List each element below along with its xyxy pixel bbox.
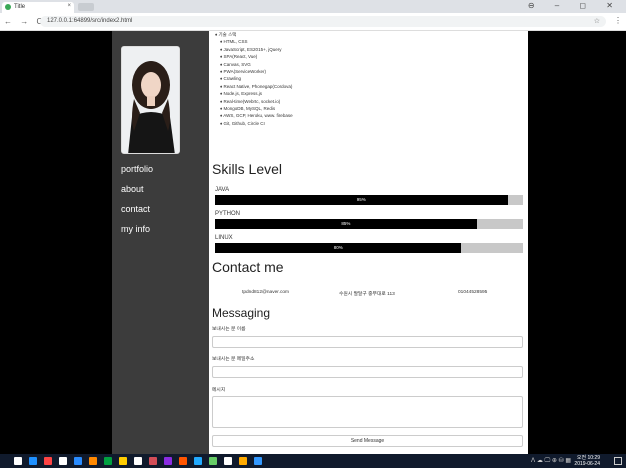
favicon-icon (5, 4, 11, 10)
skill-bar-fill: 95% (215, 195, 508, 205)
skill-name: JAVA (215, 187, 230, 193)
list-item: ♦ HTML, CSS (220, 39, 248, 45)
skill-name: LINUX (215, 235, 233, 241)
taskbar-app-icon[interactable] (119, 457, 127, 465)
message-label: 메시지 (212, 388, 226, 393)
skill-bar-python: PYTHON 85% (215, 211, 523, 229)
contact-address: 수원시 팔달구 중부대로 113 (339, 292, 395, 297)
skill-bar-fill: 80% (215, 243, 462, 253)
notification-icon[interactable] (614, 457, 622, 465)
taskbar-app-icon[interactable] (59, 457, 67, 465)
tab-close-icon[interactable]: × (67, 3, 71, 9)
list-item: ♦ MongoDB, MySQL, Redis (220, 106, 276, 112)
clock[interactable]: 오전 10:29 2019-06-24 (574, 455, 600, 467)
skill-bar-fill: 85% (215, 219, 477, 229)
skill-bar-java: JAVA 95% (215, 187, 523, 205)
tab-bar: Title × ⊖ – ◻ ✕ (0, 0, 626, 13)
taskbar-app-icon[interactable] (224, 457, 232, 465)
nav-link-about[interactable]: about (121, 183, 153, 203)
skills-level-heading: Skills Level (212, 161, 283, 177)
taskbar-app-icon[interactable] (254, 457, 262, 465)
taskbar-app-icon[interactable] (14, 457, 22, 465)
name-input[interactable] (212, 336, 523, 348)
window-controls[interactable]: ⊖ – ◻ ✕ (528, 1, 622, 10)
tech-stack-heading: ♦ 기술 스택 (215, 32, 237, 37)
taskbar-app-icon[interactable] (239, 457, 247, 465)
sidebar: portfolio about contact my info (112, 31, 209, 454)
list-item: ♦ React Native, Phonegap(Cordova) (220, 83, 293, 89)
tab-title: Title (14, 4, 26, 10)
clock-date: 2019-06-24 (574, 461, 600, 467)
profile-portrait-image (122, 47, 179, 153)
list-item: ♦ Node.js, Express.js (220, 91, 263, 97)
browser-menu-icon[interactable]: ⋮ (614, 16, 622, 25)
contact-email: tpdnd812@naver.com (242, 290, 290, 295)
list-item: ♦ Real-time(Webrtc, socket.io) (220, 98, 281, 104)
sidebar-nav: portfolio about contact my info (121, 163, 153, 243)
email-label: 보내시는 분 메일주소 (212, 357, 255, 362)
email-input[interactable] (212, 366, 523, 378)
skill-bar-track: 80% (215, 243, 523, 253)
taskbar-app-icon[interactable] (164, 457, 172, 465)
taskbar-app-icon[interactable] (89, 457, 97, 465)
nav-link-portfolio[interactable]: portfolio (121, 163, 153, 183)
skill-bar-linux: LINUX 80% (215, 235, 523, 253)
tech-stack-list: ♦ 기술 스택 ♦ HTML, CSS ♦ JavaScript, ES2015… (215, 31, 293, 127)
messaging-heading: Messaging (212, 306, 271, 320)
list-item: ♦ AWS, GCP, Heroku, www. firebase (220, 113, 293, 119)
skill-bar-track: 95% (215, 195, 523, 205)
windows-taskbar: ᐱ ☁ 🖵 ⊕ ⛁ ▦ 오전 10:29 2019-06-24 (0, 454, 626, 468)
contact-heading: Contact me (212, 259, 284, 275)
address-bar[interactable]: 127.0.0.1:64899/src/index2.html ☆ (40, 16, 606, 27)
list-item: ♦ Git, Github, Circle CI (220, 120, 265, 126)
taskbar-app-icon[interactable] (209, 457, 217, 465)
taskbar-app-icon[interactable] (194, 457, 202, 465)
list-item: ♦ Canvas, SVG (220, 61, 251, 67)
nav-link-my-info[interactable]: my info (121, 223, 153, 243)
taskbar-app-icon[interactable] (134, 457, 142, 465)
address-row: ← → C ⓘ 127.0.0.1:64899/src/index2.html … (0, 13, 626, 31)
skill-bar-track: 85% (215, 219, 523, 229)
message-textarea[interactable] (212, 396, 523, 428)
list-item: ♦ JavaScript, ES2015+, jQuery (220, 46, 282, 52)
skill-name: PYTHON (215, 211, 241, 217)
system-tray-icons[interactable]: ᐱ ☁ 🖵 ⊕ ⛁ ▦ (531, 457, 571, 465)
nav-link-contact[interactable]: contact (121, 203, 153, 223)
browser-tab[interactable]: Title × (2, 2, 74, 13)
send-message-button[interactable]: Send Message (212, 435, 523, 447)
profile-photo (121, 46, 180, 154)
list-item: ♦ SPA(React, Vue) (220, 54, 258, 60)
list-item: ♦ PWA(ServiceWorker) (220, 69, 267, 75)
bookmark-star-icon[interactable]: ☆ (594, 17, 600, 25)
url-text: 127.0.0.1:64899/src/index2.html (47, 18, 133, 24)
contact-phone: 01044528595 (458, 290, 488, 295)
list-item: ♦ Crawling (220, 76, 242, 82)
new-tab-button[interactable] (78, 3, 94, 11)
taskbar-app-icon[interactable] (44, 457, 52, 465)
taskbar-app-icon[interactable] (29, 457, 37, 465)
taskbar-app-icon[interactable] (74, 457, 82, 465)
name-label: 보내시는 분 이름 (212, 327, 246, 332)
main-content: ♦ 기술 스택 ♦ HTML, CSS ♦ JavaScript, ES2015… (209, 31, 528, 454)
taskbar-app-icon[interactable] (149, 457, 157, 465)
taskbar-app-icon[interactable] (104, 457, 112, 465)
taskbar-app-icon[interactable] (179, 457, 187, 465)
browser-chrome: Title × ⊖ – ◻ ✕ ← → C ⓘ 127.0.0.1:64899/… (0, 0, 626, 31)
